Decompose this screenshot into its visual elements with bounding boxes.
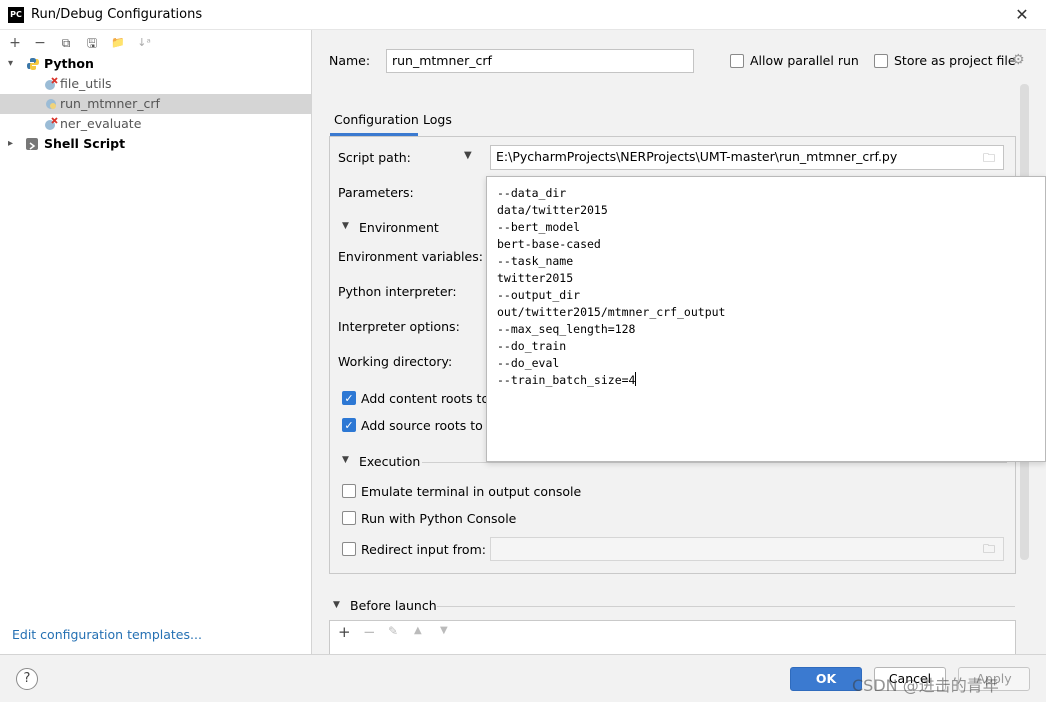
move-down-icon[interactable]: ▼ bbox=[440, 625, 448, 636]
store-project-checkbox[interactable] bbox=[874, 54, 888, 68]
close-button[interactable]: ✕ bbox=[1012, 5, 1032, 25]
tree-item-run-mtmner-crf[interactable]: run_mtmner_crf bbox=[0, 94, 311, 114]
chevron-down-icon[interactable]: ▼ bbox=[342, 221, 349, 231]
save-icon[interactable]: 🖫 bbox=[83, 34, 101, 52]
text-caret bbox=[635, 372, 637, 386]
remove-icon[interactable]: − bbox=[31, 34, 49, 52]
store-project-label: Store as project file bbox=[894, 53, 1016, 68]
parameters-text[interactable]: --data_dir data/twitter2015 --bert_model… bbox=[487, 177, 1045, 397]
help-button[interactable]: ? bbox=[16, 668, 38, 690]
tree-item-shell-script[interactable]: ▸ Shell Script bbox=[0, 134, 311, 154]
python-error-icon bbox=[44, 117, 58, 131]
watermark: CSDN @进击的青年 bbox=[852, 676, 999, 695]
edit-icon[interactable]: ✎ bbox=[388, 624, 398, 638]
run-python-console-checkbox[interactable] bbox=[342, 511, 356, 525]
configurations-tree-panel: + − ⧉ 🖫 📁 ↓ᵃ ▾ Python file_utils run_mtm… bbox=[0, 30, 312, 654]
allow-parallel-label: Allow parallel run bbox=[750, 53, 859, 68]
window-title: Run/Debug Configurations bbox=[31, 7, 203, 22]
execution-section-title: Execution bbox=[359, 454, 421, 469]
copy-icon[interactable]: ⧉ bbox=[57, 34, 75, 52]
section-divider bbox=[437, 606, 1015, 607]
tree-label: file_utils bbox=[60, 76, 112, 91]
move-up-icon[interactable]: ▲ bbox=[414, 625, 422, 636]
sort-icon[interactable]: ↓ᵃ bbox=[135, 34, 153, 52]
chevron-down-icon[interactable]: ▼ bbox=[342, 455, 349, 465]
python-error-icon bbox=[44, 77, 58, 91]
chevron-down-icon[interactable]: ▼ bbox=[333, 600, 340, 610]
name-label: Name: bbox=[329, 53, 371, 68]
parameters-editor-popup[interactable]: --data_dir data/twitter2015 --bert_model… bbox=[486, 176, 1046, 462]
parameters-label: Parameters: bbox=[338, 185, 414, 200]
python-file-icon bbox=[44, 97, 58, 111]
chevron-down-icon[interactable]: ▾ bbox=[8, 54, 13, 74]
folder-icon[interactable]: 🗀 bbox=[983, 543, 999, 555]
python-interpreter-label: Python interpreter: bbox=[338, 284, 457, 299]
emulate-terminal-label: Emulate terminal in output console bbox=[361, 484, 582, 499]
environment-section-title: Environment bbox=[359, 220, 439, 235]
remove-icon[interactable]: − bbox=[363, 623, 376, 641]
interpreter-options-label: Interpreter options: bbox=[338, 319, 460, 334]
tree-label: run_mtmner_crf bbox=[60, 96, 160, 111]
script-path-field[interactable]: E:\PycharmProjects\NERProjects\UMT-maste… bbox=[490, 145, 1004, 170]
python-icon bbox=[26, 57, 40, 71]
tree-item-python[interactable]: ▾ Python bbox=[0, 54, 311, 74]
chevron-down-icon[interactable]: ▼ bbox=[464, 150, 472, 161]
pycharm-logo-icon: PC bbox=[8, 7, 24, 23]
before-launch-list: + − ✎ ▲ ▼ bbox=[329, 620, 1016, 654]
before-launch-title: Before launch bbox=[350, 598, 437, 613]
tree-label-python: Python bbox=[44, 56, 94, 71]
tree-label: ner_evaluate bbox=[60, 116, 142, 131]
run-python-console-label: Run with Python Console bbox=[361, 511, 517, 526]
redirect-input-label: Redirect input from: bbox=[361, 542, 486, 557]
chevron-right-icon[interactable]: ▸ bbox=[8, 134, 13, 154]
new-folder-icon[interactable]: 📁 bbox=[109, 34, 127, 52]
emulate-terminal-checkbox[interactable] bbox=[342, 484, 356, 498]
working-directory-label: Working directory: bbox=[338, 354, 453, 369]
add-source-roots-label: Add source roots to P bbox=[361, 418, 495, 433]
redirect-input-checkbox[interactable] bbox=[342, 542, 356, 556]
env-vars-label: Environment variables: bbox=[338, 249, 483, 264]
add-source-roots-checkbox[interactable] bbox=[342, 418, 356, 432]
tree-item-file-utils[interactable]: file_utils bbox=[0, 74, 311, 94]
allow-parallel-checkbox[interactable] bbox=[730, 54, 744, 68]
tree-label-shell-script: Shell Script bbox=[44, 136, 126, 151]
add-content-roots-checkbox[interactable] bbox=[342, 391, 356, 405]
title-bar: PC Run/Debug Configurations ✕ bbox=[0, 0, 1046, 30]
edit-templates-link[interactable]: Edit configuration templates... bbox=[12, 627, 202, 642]
tab-configuration[interactable]: Configuration bbox=[334, 112, 419, 127]
add-content-roots-label: Add content roots to bbox=[361, 391, 490, 406]
script-path-label: Script path: bbox=[338, 150, 411, 165]
shell-script-icon bbox=[26, 138, 38, 150]
folder-icon[interactable]: 🗀 bbox=[983, 152, 999, 164]
tab-logs[interactable]: Logs bbox=[423, 112, 452, 127]
add-icon[interactable]: + bbox=[6, 34, 24, 52]
redirect-input-field[interactable] bbox=[490, 537, 1004, 561]
name-field[interactable]: run_mtmner_crf bbox=[386, 49, 694, 73]
add-icon[interactable]: + bbox=[338, 623, 351, 641]
section-divider bbox=[422, 462, 1007, 463]
tree-item-ner-evaluate[interactable]: ner_evaluate bbox=[0, 114, 311, 134]
gear-icon[interactable]: ⚙ bbox=[1012, 52, 1025, 68]
